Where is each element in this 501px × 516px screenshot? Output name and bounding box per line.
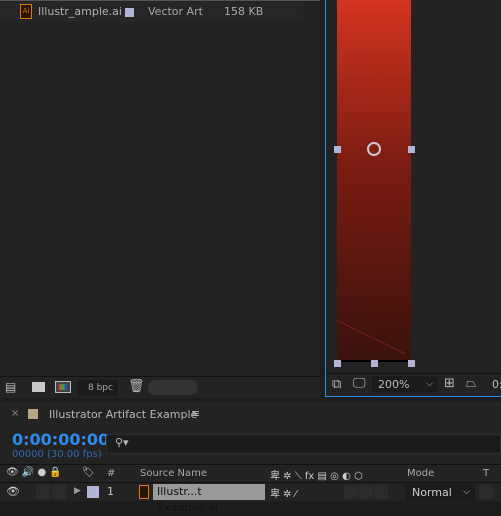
current-time[interactable]: 0:00:00:00: [12, 430, 109, 449]
region-of-interest-icon[interactable]: ⊞: [444, 376, 455, 391]
search-icon: ⚲▾: [115, 436, 129, 449]
menu-icon[interactable]: ≡: [191, 407, 200, 420]
illustrator-file-icon: Ai: [20, 4, 32, 19]
timeline-panel: × Illustrator Artifact Example ≡ 0:00:00…: [0, 402, 501, 514]
layer-row[interactable]: 👁 ▶ 1 Illustr...t Example.ai 卑 ✲ ⁄ Norma…: [0, 482, 501, 514]
transform-handle[interactable]: [408, 360, 415, 367]
column-t[interactable]: T: [483, 468, 489, 479]
illustrator-layer[interactable]: [336, 0, 411, 361]
anchor-point-icon[interactable]: [367, 142, 381, 156]
frame-info: 00000 (30.00 fps): [12, 449, 102, 460]
mode-value: Normal: [412, 486, 452, 499]
solo-toggle[interactable]: [52, 485, 66, 499]
search-input[interactable]: ⚲▾: [106, 434, 501, 454]
switch-box[interactable]: [344, 485, 358, 499]
comp-color-swatch: [28, 409, 38, 419]
column-number[interactable]: #: [107, 468, 115, 479]
zoom-dropdown[interactable]: 200% ⌵: [372, 376, 438, 393]
switch-box[interactable]: [374, 485, 388, 499]
transform-handle[interactable]: [408, 146, 415, 153]
bpc-button[interactable]: 8 bpc: [78, 380, 118, 396]
close-tab-icon[interactable]: ×: [11, 408, 19, 419]
expand-arrow-icon[interactable]: ▶: [74, 486, 81, 496]
chevron-down-icon: ⌵: [463, 487, 470, 497]
trash-icon[interactable]: 🗑: [128, 379, 145, 394]
artifact-line: [336, 320, 406, 355]
comp-tab[interactable]: Illustrator Artifact Example: [49, 408, 197, 421]
divider: [326, 373, 501, 374]
snapshot-icon[interactable]: ⧉: [332, 377, 341, 392]
switch-box[interactable]: [359, 485, 373, 499]
transform-handle[interactable]: [334, 360, 341, 367]
layer-name[interactable]: Illustr...t Example.ai: [153, 484, 265, 514]
composition-viewer[interactable]: ⧉ 🖵 200% ⌵ ⊞ ⏢ 0:: [325, 0, 501, 397]
mode-dropdown[interactable]: Normal ⌵: [405, 484, 475, 501]
project-item-row[interactable]: Ai Illustr_ample.ai Vector Art 158 KB: [0, 2, 303, 22]
preserve-transparency-toggle[interactable]: [479, 485, 493, 499]
visibility-icon[interactable]: 👁: [6, 485, 20, 498]
transform-handle[interactable]: [371, 360, 378, 367]
divider: [0, 0, 320, 1]
switches-icons: 卑 ✲ ⟍ fx ▤ ◎ ◐ ⬡: [270, 471, 363, 482]
project-panel: Ai Illustr_ample.ai Vector Art 158 KB ▤ …: [0, 0, 320, 398]
label-icon[interactable]: 🏷: [82, 467, 95, 478]
bpc-label: 8 bpc: [88, 383, 113, 393]
scrollbar[interactable]: [148, 380, 198, 395]
item-type: Vector Art: [148, 5, 203, 18]
layer-switches[interactable]: 卑 ✲ ⁄: [270, 485, 296, 500]
column-source-name[interactable]: Source Name: [140, 468, 207, 479]
divider: [0, 376, 320, 377]
viewer-timecode[interactable]: 0:: [492, 378, 501, 391]
illustrator-file-icon: [139, 485, 149, 499]
audio-toggle[interactable]: [36, 485, 50, 499]
transparency-grid-icon[interactable]: ⏢: [466, 376, 476, 391]
item-size: 158 KB: [224, 5, 264, 18]
layer-name-text: Illustr...t Example.ai: [157, 485, 219, 514]
label-color-swatch[interactable]: [87, 486, 99, 498]
column-mode[interactable]: Mode: [407, 468, 434, 479]
column-header-row: 👁 🔊 ● 🔒 🏷 # Source Name 卑 ✲ ⟍ fx ▤ ◎ ◐ ⬡…: [0, 465, 501, 482]
item-name: Illustr_ample.ai: [38, 5, 122, 18]
zoom-value: 200%: [378, 378, 410, 391]
display-icon[interactable]: 🖵: [353, 376, 366, 391]
transform-handle[interactable]: [334, 146, 341, 153]
new-composition-icon[interactable]: [55, 381, 71, 393]
new-folder-icon[interactable]: [32, 382, 45, 392]
column-icons: 👁 🔊 ● 🔒: [6, 467, 62, 478]
chevron-down-icon: ⌵: [426, 379, 433, 389]
interpret-footage-icon[interactable]: ▤: [5, 380, 16, 394]
layer-number: 1: [107, 485, 114, 498]
label-color-swatch[interactable]: [125, 8, 134, 17]
